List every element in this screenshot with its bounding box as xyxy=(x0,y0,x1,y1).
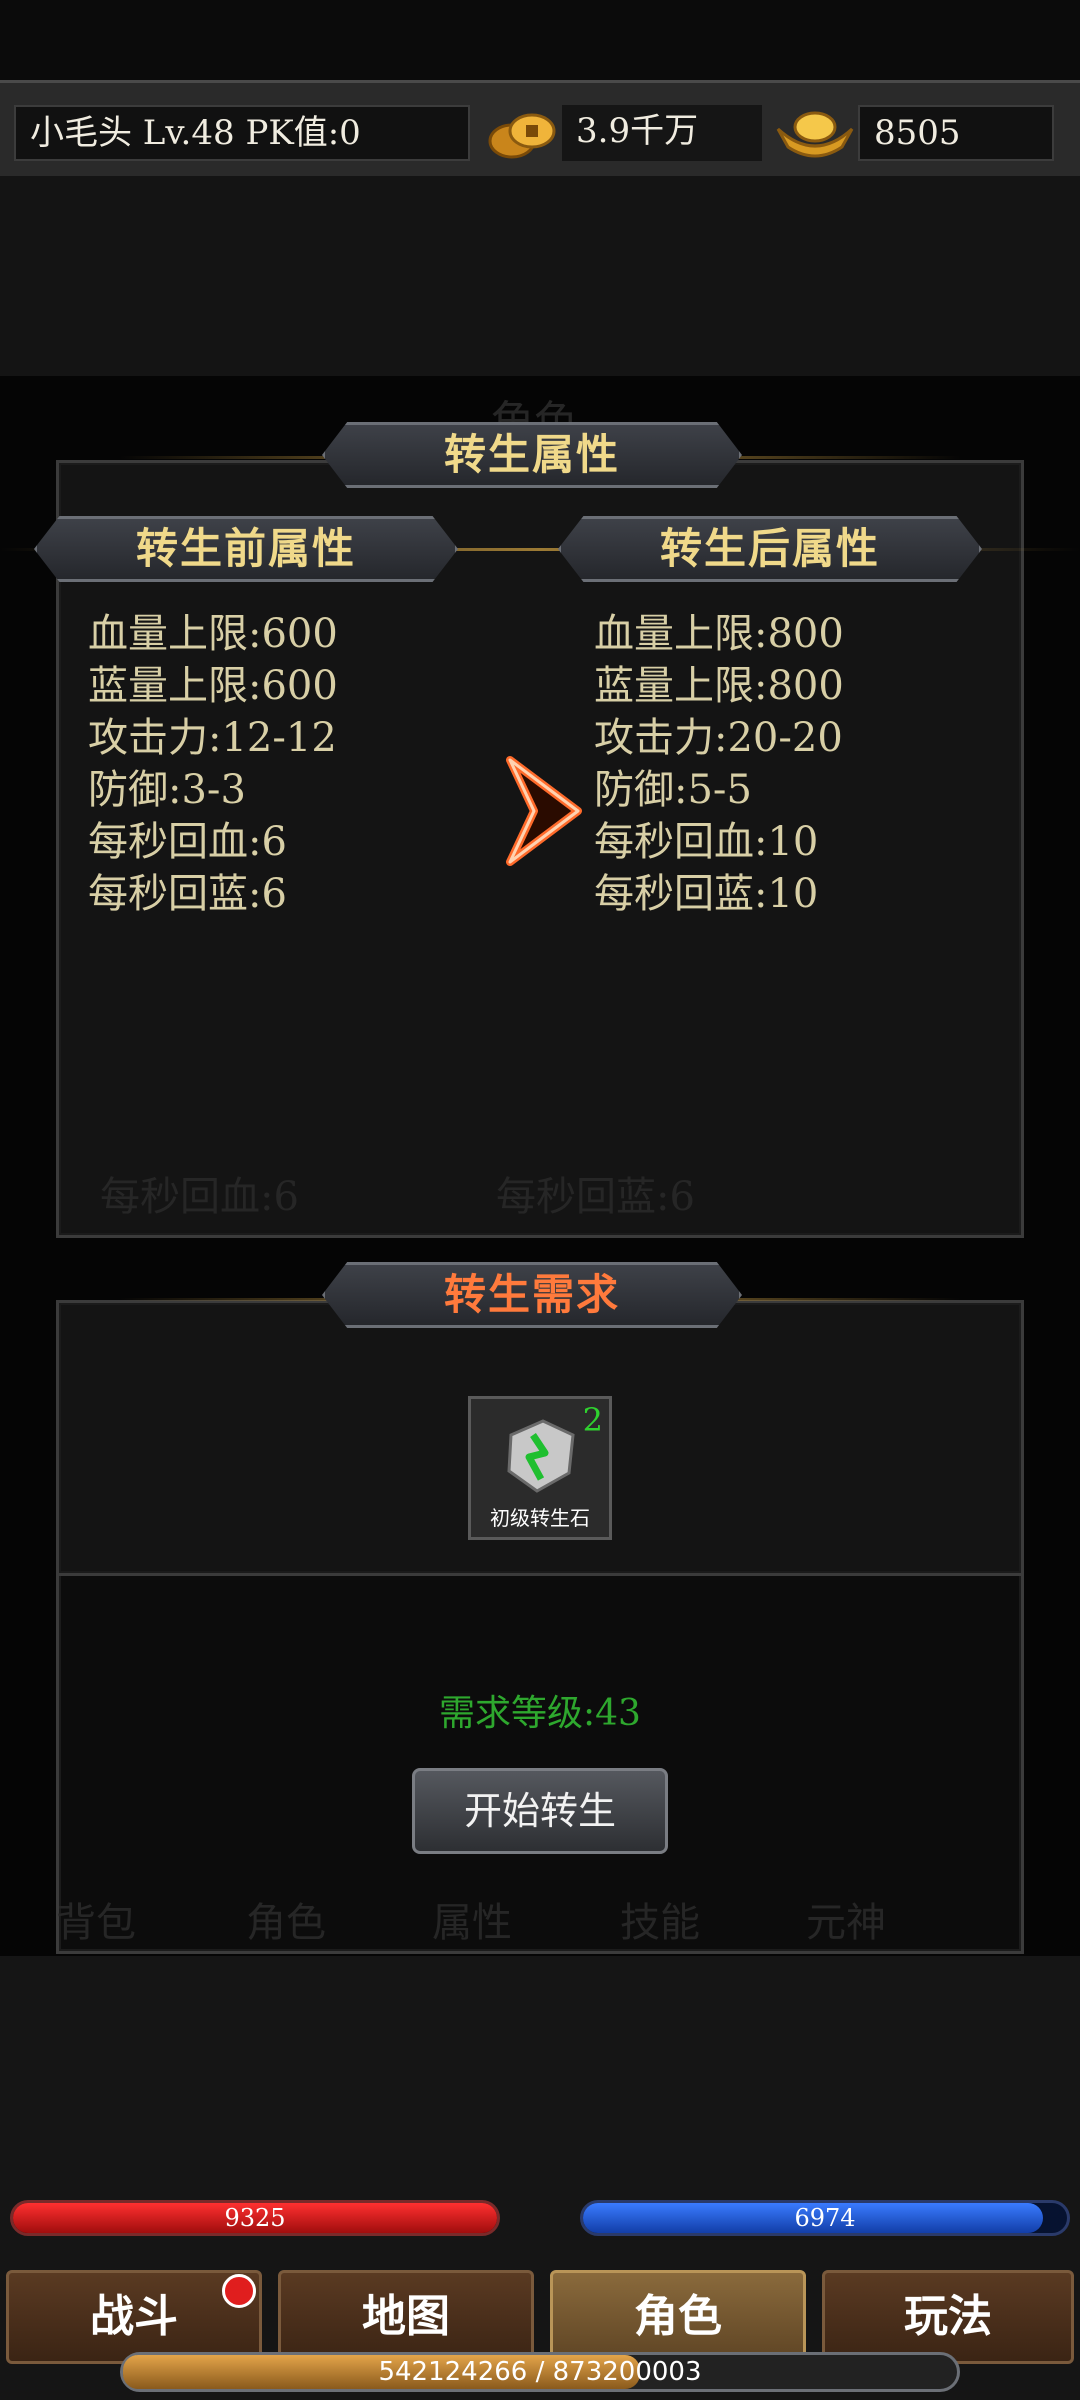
ghost-tab: 技能 xyxy=(620,1900,700,1946)
requirement-title: 转生需求 xyxy=(443,1270,620,1319)
background-band xyxy=(0,176,1080,376)
rebirth-stone-item[interactable]: 2 初级转生石 xyxy=(468,1396,612,1540)
required-level: 需求等级:43 xyxy=(439,1693,641,1734)
player-info: 小毛头 Lv.48 PK值:0 xyxy=(14,105,470,161)
arrow-right-icon xyxy=(496,752,586,874)
gold-ingot-icon xyxy=(772,99,858,169)
before-stat: 防御:3-3 xyxy=(88,767,246,813)
gold-amount: 3.9千万 xyxy=(562,105,762,161)
item-name: 初级转生石 xyxy=(490,1506,590,1530)
attributes-title-banner: 转生属性 xyxy=(322,422,742,488)
before-stat: 血量上限:600 xyxy=(88,611,338,657)
exp-bar: 542124266 / 873200003 xyxy=(120,2352,960,2392)
item-count: 2 xyxy=(582,1401,603,1439)
attributes-title: 转生属性 xyxy=(443,430,620,479)
before-title: 转生前属性 xyxy=(135,524,356,573)
nav-character[interactable]: 角色 xyxy=(550,2270,806,2364)
mp-bar: 6974 xyxy=(580,2200,1070,2236)
after-stat: 防御:5-5 xyxy=(594,767,752,813)
ghost-stat: 每秒回血:6 xyxy=(100,1174,299,1220)
after-stat: 血量上限:800 xyxy=(594,611,844,657)
after-title: 转生后属性 xyxy=(659,524,880,573)
ingot-amount: 8505 xyxy=(858,105,1054,161)
before-title-banner: 转生前属性 xyxy=(34,516,458,582)
ghost-tab: 元神 xyxy=(806,1900,886,1946)
before-stat: 攻击力:12-12 xyxy=(88,715,337,761)
after-title-banner: 转生后属性 xyxy=(558,516,982,582)
gold-coins-icon xyxy=(482,101,562,169)
mp-value: 6974 xyxy=(794,2204,856,2232)
notification-dot xyxy=(222,2274,256,2308)
hp-bar: 9325 xyxy=(10,2200,500,2236)
rebirth-panel: 角色 转生属性 转生前属性 转生后属性 血量上限:600 蓝量上限:600 攻击… xyxy=(0,376,1080,1956)
start-rebirth-button[interactable]: 开始转生 xyxy=(412,1768,668,1854)
ghost-tab: 角色 xyxy=(246,1900,326,1946)
before-stat: 蓝量上限:600 xyxy=(88,663,338,709)
after-stat: 每秒回血:10 xyxy=(594,819,819,865)
after-stat: 攻击力:20-20 xyxy=(594,715,843,761)
after-stat: 蓝量上限:800 xyxy=(594,663,844,709)
rebirth-stone-icon xyxy=(497,1413,583,1503)
ghost-tab: 属性 xyxy=(432,1900,512,1946)
nav-map[interactable]: 地图 xyxy=(278,2270,534,2364)
requirement-title-banner: 转生需求 xyxy=(322,1262,742,1328)
ghost-stat: 每秒回蓝:6 xyxy=(496,1174,695,1220)
before-stat: 每秒回血:6 xyxy=(88,819,287,865)
ghost-tab: 背包 xyxy=(56,1900,136,1946)
exp-value: 542124266 / 873200003 xyxy=(378,2357,702,2387)
hp-value: 9325 xyxy=(224,2204,286,2232)
after-stat: 每秒回蓝:10 xyxy=(594,871,819,917)
before-stat: 每秒回蓝:6 xyxy=(88,871,287,917)
nav-gameplay[interactable]: 玩法 xyxy=(822,2270,1074,2364)
top-status-bar: 小毛头 Lv.48 PK值:0 3.9千万 8505 xyxy=(0,80,1080,182)
